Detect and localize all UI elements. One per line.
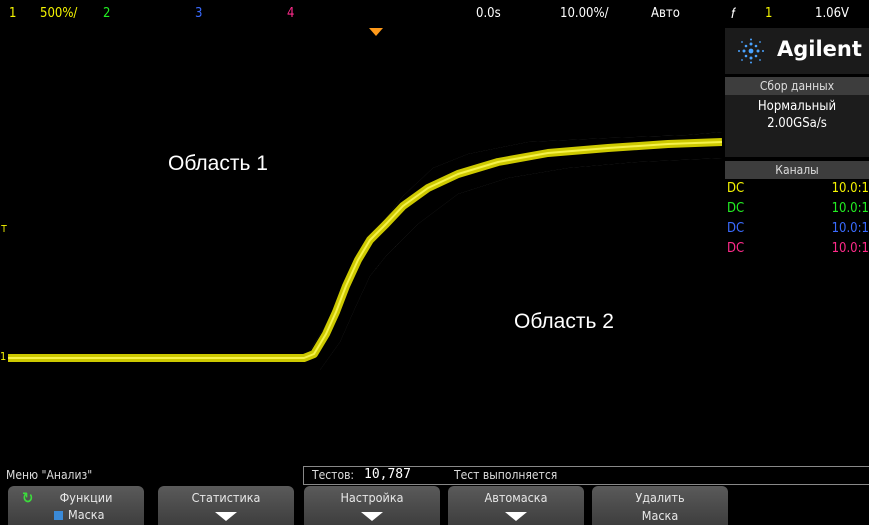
softkey-bar: ↻ Функции Маска Статистика Настройка Авт…	[0, 486, 869, 525]
channel-2-coupling: DC	[727, 201, 745, 216]
channel-3-coupling: DC	[727, 221, 745, 236]
softkey-functions-label: Функции	[59, 490, 113, 505]
softkey-statistics-label: Статистика	[191, 490, 261, 505]
status-line: Меню "Анализ" Тестов: 10,787 Тест выполн…	[0, 466, 869, 485]
channel-1-coupling: DC	[727, 181, 745, 196]
channel-row-4[interactable]: DC 10.0:1	[725, 241, 869, 259]
trigger-level[interactable]: 1.06V	[815, 6, 849, 21]
ch1-scale[interactable]: 500%/	[40, 6, 77, 21]
agilent-spark-icon	[738, 38, 764, 64]
trigger-channel[interactable]: 1	[765, 6, 772, 21]
channel-4-coupling: DC	[727, 241, 745, 256]
tests-count: 10,787	[364, 467, 411, 482]
acquisition-header[interactable]: Сбор данных	[725, 77, 869, 95]
brand-logo: Agilent	[725, 28, 869, 74]
softkey-delete-mask[interactable]: Удалить Маска	[592, 486, 728, 525]
acquisition-mode: Нормальный	[757, 99, 837, 114]
waveform-display[interactable]: Область 1 Область 2 T 1	[0, 27, 723, 460]
softkey-automask-label: Автомаска	[484, 490, 548, 505]
channel-4-probe: 10.0:1	[831, 241, 869, 256]
test-state: Тест выполняется	[454, 468, 558, 482]
softkey-delete-label-2: Маска	[641, 508, 679, 523]
submenu-arrow-icon	[361, 512, 383, 521]
tests-label: Тестов:	[312, 468, 355, 482]
ch2-number[interactable]: 2	[103, 6, 110, 21]
ch4-number[interactable]: 4	[287, 6, 294, 21]
mask-area-2-label: Область 2	[514, 310, 614, 333]
softkey-functions[interactable]: ↻ Функции Маска	[8, 486, 144, 525]
channel-row-3[interactable]: DC 10.0:1	[725, 221, 869, 239]
softkey-functions-value: Маска	[68, 507, 105, 522]
channel-1-probe: 10.0:1	[831, 181, 869, 196]
sample-rate: 2.00GSa/s	[767, 116, 827, 131]
top-status-bar: 1 500%/ 2 3 4 0.0s 10.00%/ Авто 𝑓 1 1.06…	[0, 0, 869, 28]
channels-header[interactable]: Каналы	[725, 161, 869, 179]
softkey-automask[interactable]: Автомаска	[448, 486, 584, 525]
softkey-setup[interactable]: Настройка	[304, 486, 440, 525]
brand-name: Agilent	[777, 37, 862, 61]
trigger-slope-icon: 𝑓	[731, 6, 736, 22]
channel-3-probe: 10.0:1	[831, 221, 869, 236]
channel-2-probe: 10.0:1	[831, 201, 869, 216]
ch1-number[interactable]: 1	[9, 6, 16, 21]
side-panel: Agilent Сбор данных Нормальный 2.00GSa/s…	[725, 28, 869, 460]
softkey-setup-label: Настройка	[340, 490, 404, 505]
time-scale[interactable]: 10.00%/	[560, 6, 609, 21]
waveform-grid	[8, 27, 723, 460]
submenu-arrow-icon	[505, 512, 527, 521]
channel-row-2[interactable]: DC 10.0:1	[725, 201, 869, 219]
mask-area-1-label: Область 1	[168, 152, 268, 175]
mask-checkbox-icon	[54, 511, 63, 520]
trigger-mode[interactable]: Авто	[651, 6, 680, 21]
acquisition-panel: Нормальный 2.00GSa/s	[725, 95, 869, 157]
softkey-statistics[interactable]: Статистика	[158, 486, 294, 525]
test-status-box: Тестов: 10,787 Тест выполняется	[303, 466, 869, 485]
trigger-level-marker[interactable]: T	[0, 224, 8, 235]
ch1-ground-marker[interactable]: 1	[0, 350, 8, 363]
ch3-number[interactable]: 3	[195, 6, 202, 21]
menu-title: Меню "Анализ"	[6, 468, 93, 482]
channel-row-1[interactable]: DC 10.0:1	[725, 181, 869, 199]
time-delay[interactable]: 0.0s	[476, 6, 501, 21]
softkey-delete-label: Удалить	[635, 490, 685, 505]
submenu-arrow-icon	[215, 512, 237, 521]
